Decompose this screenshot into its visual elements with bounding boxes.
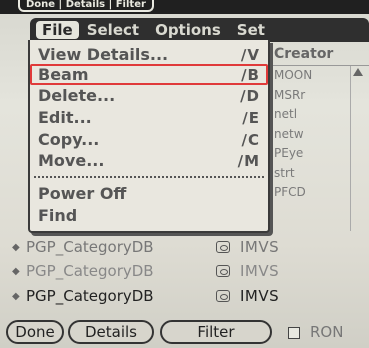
database-icon [216, 265, 230, 277]
creator-cell: strt [274, 165, 295, 180]
menu-item-label: Edit... [38, 108, 92, 127]
file-menu: View Details... ∕V Beam ∕B Delete... ∕D … [28, 40, 270, 233]
creator-cell: PEye [274, 146, 304, 160]
menu-item-delete[interactable]: Delete... ∕D [30, 85, 268, 106]
menu-item-shortcut: ∕V [240, 45, 260, 64]
database-icon [216, 290, 230, 302]
menu-item-power-off[interactable]: Power Off [30, 183, 268, 204]
menu-file[interactable]: File [36, 21, 79, 39]
menu-item-view-details[interactable]: View Details... ∕V [30, 44, 268, 65]
creator-cell: PFCD [274, 185, 306, 199]
menu-item-shortcut: ∕M [237, 151, 260, 170]
menu-item-label: View Details... [38, 45, 169, 64]
db-name: PGP_CategoryDB [26, 238, 154, 256]
bullet-icon: ◆ [12, 241, 20, 253]
db-name: PGP_CategoryDB [26, 262, 154, 280]
menu-item-shortcut: ∕D [240, 86, 260, 105]
menu-item-move[interactable]: Move... ∕M [30, 150, 268, 171]
list-item[interactable]: ◆ PGP_CategoryDB IMVS [12, 236, 352, 258]
creator-column-header[interactable]: Creator [268, 42, 369, 66]
menu-item-shortcut: ∕C [241, 130, 260, 149]
menu-item-find[interactable]: Find [30, 205, 268, 226]
db-creator: IMVS [240, 262, 280, 280]
menu-item-label: Copy... [38, 130, 100, 149]
top-strip: Done | Details | Filter [0, 0, 369, 14]
db-name: PGP_CategoryDB [26, 287, 154, 305]
menu-item-label: Beam [38, 65, 89, 84]
menu-item-edit[interactable]: Edit... ∕E [30, 107, 268, 128]
details-button[interactable]: Details [68, 320, 154, 344]
bullet-icon: ◆ [12, 290, 20, 302]
rom-checkbox[interactable] [288, 327, 300, 339]
db-creator: IMVS [240, 238, 280, 256]
menu-item-label: Power Off [38, 184, 127, 203]
menu-separator [34, 176, 264, 178]
menu-item-shortcut: ∕B [241, 65, 260, 84]
creator-cell: netl [274, 107, 298, 121]
menu-options[interactable]: Options [147, 21, 229, 39]
scrollbar[interactable] [350, 66, 364, 231]
database-icon [216, 241, 230, 253]
scroll-up-arrow-icon[interactable] [353, 68, 363, 76]
menu-set[interactable]: Set [229, 21, 273, 39]
rom-label: RON [310, 323, 344, 341]
menu-select[interactable]: Select [79, 21, 147, 39]
creator-cell: MOON [274, 68, 313, 82]
db-creator: IMVS [240, 287, 280, 305]
menu-item-label: Move... [38, 151, 105, 170]
list-item[interactable]: ◆ PGP_CategoryDB IMVS [12, 260, 352, 282]
menu-bar: File Select Options Set [30, 18, 369, 42]
creator-cell: netw [274, 126, 304, 141]
menu-item-beam[interactable]: Beam ∕B [30, 64, 268, 85]
button-bar: Done Details Filter RON [0, 318, 369, 348]
top-hint: Done | Details | Filter [18, 0, 154, 12]
menu-item-copy[interactable]: Copy... ∕C [30, 129, 268, 150]
menu-item-label: Delete... [38, 86, 116, 105]
list-item[interactable]: ◆ PGP_CategoryDB IMVS [12, 285, 352, 307]
menu-item-label: Find [38, 206, 78, 225]
filter-button[interactable]: Filter [160, 320, 272, 344]
creator-cell: MSRr [274, 87, 306, 102]
creator-list: MOON MSRr netl netw PEye strt PFCD [274, 68, 354, 205]
bullet-icon: ◆ [12, 265, 20, 277]
menu-item-shortcut: ∕E [242, 108, 260, 127]
pda-screen: Done | Details | Filter File Select Opti… [0, 0, 369, 348]
done-button[interactable]: Done [6, 320, 64, 344]
